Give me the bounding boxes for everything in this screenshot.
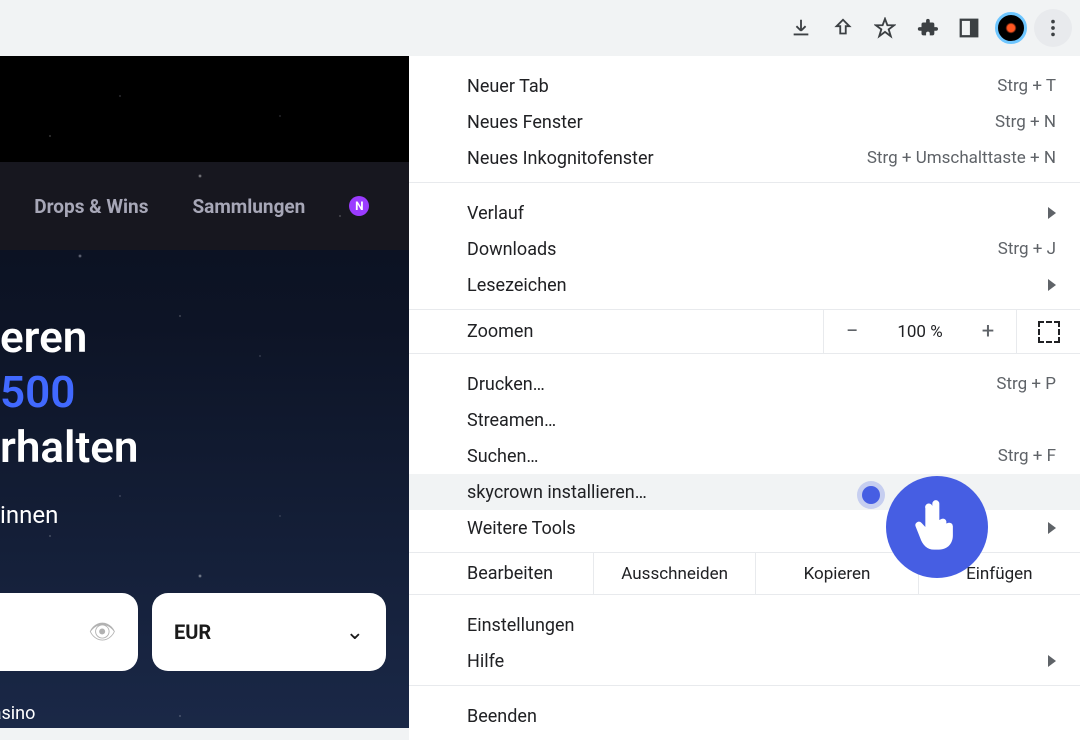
menu-label: Weitere Tools [467, 518, 576, 539]
menu-quit[interactable]: Beenden [409, 698, 1080, 734]
chevron-right-icon [1048, 655, 1056, 667]
menu-label: Neues Fenster [467, 112, 583, 133]
extensions-icon[interactable] [908, 9, 946, 47]
menu-label: Neues Inkognitofenster [467, 148, 654, 169]
browser-menu-button[interactable] [1034, 9, 1072, 47]
menu-edit-row: Bearbeiten Ausschneiden Kopieren Einfüge… [409, 552, 1080, 594]
edit-label: Bearbeiten [409, 553, 593, 594]
menu-shortcut: Strg + P [996, 374, 1056, 394]
menu-new-incognito[interactable]: Neues Inkognitofenster Strg + Umschaltta… [409, 140, 1080, 176]
browser-menu: Neuer Tab Strg + T Neues Fenster Strg + … [409, 56, 1080, 740]
password-field[interactable]: 👁 [0, 593, 138, 671]
menu-history[interactable]: Verlauf [409, 195, 1080, 231]
fullscreen-button[interactable] [1016, 310, 1080, 353]
download-icon[interactable] [782, 9, 820, 47]
chevron-right-icon [1048, 522, 1056, 534]
browser-toolbar [0, 0, 1080, 56]
menu-label: Lesezeichen [467, 275, 567, 296]
menu-shortcut: Strg + T [997, 76, 1056, 96]
menu-label: Streamen… [467, 410, 556, 431]
edit-cut-button[interactable]: Ausschneiden [593, 553, 755, 594]
menu-shortcut: Strg + J [998, 239, 1056, 259]
menu-settings[interactable]: Einstellungen [409, 607, 1080, 643]
menu-shortcut: Strg + N [995, 112, 1056, 132]
star-icon[interactable] [866, 9, 904, 47]
pointer-indicator [862, 486, 880, 504]
zoom-in-button[interactable]: + [960, 310, 1016, 353]
menu-new-window[interactable]: Neues Fenster Strg + N [409, 104, 1080, 140]
menu-stream[interactable]: Streamen… [409, 402, 1080, 438]
menu-help[interactable]: Hilfe [409, 643, 1080, 679]
menu-label: skycrown installieren… [467, 482, 647, 503]
menu-label: Suchen… [467, 446, 538, 467]
menu-label: Neuer Tab [467, 76, 549, 97]
menu-label: Einstellungen [467, 615, 574, 636]
menu-label: Hilfe [467, 651, 504, 672]
currency-select[interactable]: EUR ⌄ [152, 593, 386, 671]
chevron-right-icon [1048, 207, 1056, 219]
profile-avatar[interactable] [992, 9, 1030, 47]
menu-label: Verlauf [467, 203, 524, 224]
chevron-down-icon: ⌄ [346, 620, 364, 645]
menu-bookmarks[interactable]: Lesezeichen [409, 267, 1080, 303]
zoom-out-button[interactable]: − [824, 310, 880, 353]
zoom-label: Zoomen [409, 321, 823, 342]
menu-label: Downloads [467, 239, 556, 260]
currency-label: EUR [174, 620, 211, 644]
reader-icon[interactable] [950, 9, 988, 47]
eye-icon[interactable]: 👁 [88, 620, 116, 645]
menu-new-tab[interactable]: Neuer Tab Strg + T [409, 68, 1080, 104]
share-icon[interactable] [824, 9, 862, 47]
edit-copy-button[interactable]: Kopieren [755, 553, 917, 594]
menu-zoom-row: Zoomen − 100 % + [409, 309, 1080, 353]
zoom-value: 100 % [880, 322, 960, 342]
menu-search[interactable]: Suchen… Strg + F [409, 438, 1080, 474]
pointer-hand-overlay [886, 476, 988, 578]
menu-shortcut: Strg + Umschalttaste + N [867, 148, 1056, 168]
menu-label: Drucken… [467, 374, 545, 395]
chevron-right-icon [1048, 279, 1056, 291]
menu-downloads[interactable]: Downloads Strg + J [409, 231, 1080, 267]
fullscreen-icon [1038, 321, 1060, 343]
menu-shortcut: Strg + F [998, 446, 1056, 466]
menu-print[interactable]: Drucken… Strg + P [409, 366, 1080, 402]
menu-label: Beenden [467, 706, 537, 727]
